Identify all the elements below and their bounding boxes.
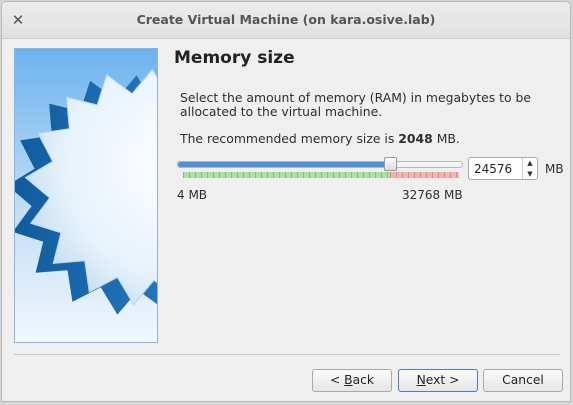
memory-spinbox[interactable]: ▲ ▼: [468, 157, 538, 180]
back-mnemonic: B: [344, 373, 353, 387]
title-bar: ✕ Create Virtual Machine (on kara.osive.…: [2, 2, 570, 39]
next-mnemonic: N: [416, 373, 426, 387]
memory-scale: [183, 172, 459, 178]
spin-down-icon[interactable]: ▼: [523, 169, 537, 179]
scale-safe-zone: [183, 172, 390, 178]
recommended-memory-text: The recommended memory size is 2048 MB.: [180, 131, 460, 146]
memory-description: Select the amount of memory (RAM) in meg…: [180, 90, 531, 119]
slider-max-label: 32768 MB: [402, 188, 463, 202]
slider-track[interactable]: [177, 161, 463, 168]
next-button[interactable]: Next >: [398, 369, 478, 392]
next-label: ext >: [425, 373, 460, 387]
slider-min-label: 4 MB: [177, 188, 208, 202]
scale-warning-zone: [390, 172, 459, 178]
cancel-button[interactable]: Cancel: [483, 369, 563, 392]
slider-handle[interactable]: [384, 157, 397, 171]
recommended-value: 2048: [398, 131, 433, 146]
spin-buttons: ▲ ▼: [522, 158, 537, 179]
memory-input[interactable]: [469, 158, 526, 179]
memory-slider[interactable]: [177, 154, 463, 180]
slider-fill: [178, 162, 391, 167]
back-label: ack: [352, 373, 375, 387]
recommended-suffix: MB.: [432, 131, 460, 146]
back-button[interactable]: < Back: [312, 369, 392, 392]
button-separator: [14, 354, 560, 355]
window-title: Create Virtual Machine (on kara.osive.la…: [136, 12, 436, 27]
recommended-prefix: The recommended memory size is: [180, 131, 399, 146]
starburst-graphic: [15, 49, 157, 342]
spin-up-icon[interactable]: ▲: [523, 158, 537, 168]
wizard-side-image: [14, 48, 158, 343]
page-heading: Memory size: [174, 48, 295, 68]
memory-unit-label: MB: [545, 162, 564, 176]
back-prefix: <: [329, 373, 345, 387]
dialog-window: ✕ Create Virtual Machine (on kara.osive.…: [1, 1, 571, 402]
